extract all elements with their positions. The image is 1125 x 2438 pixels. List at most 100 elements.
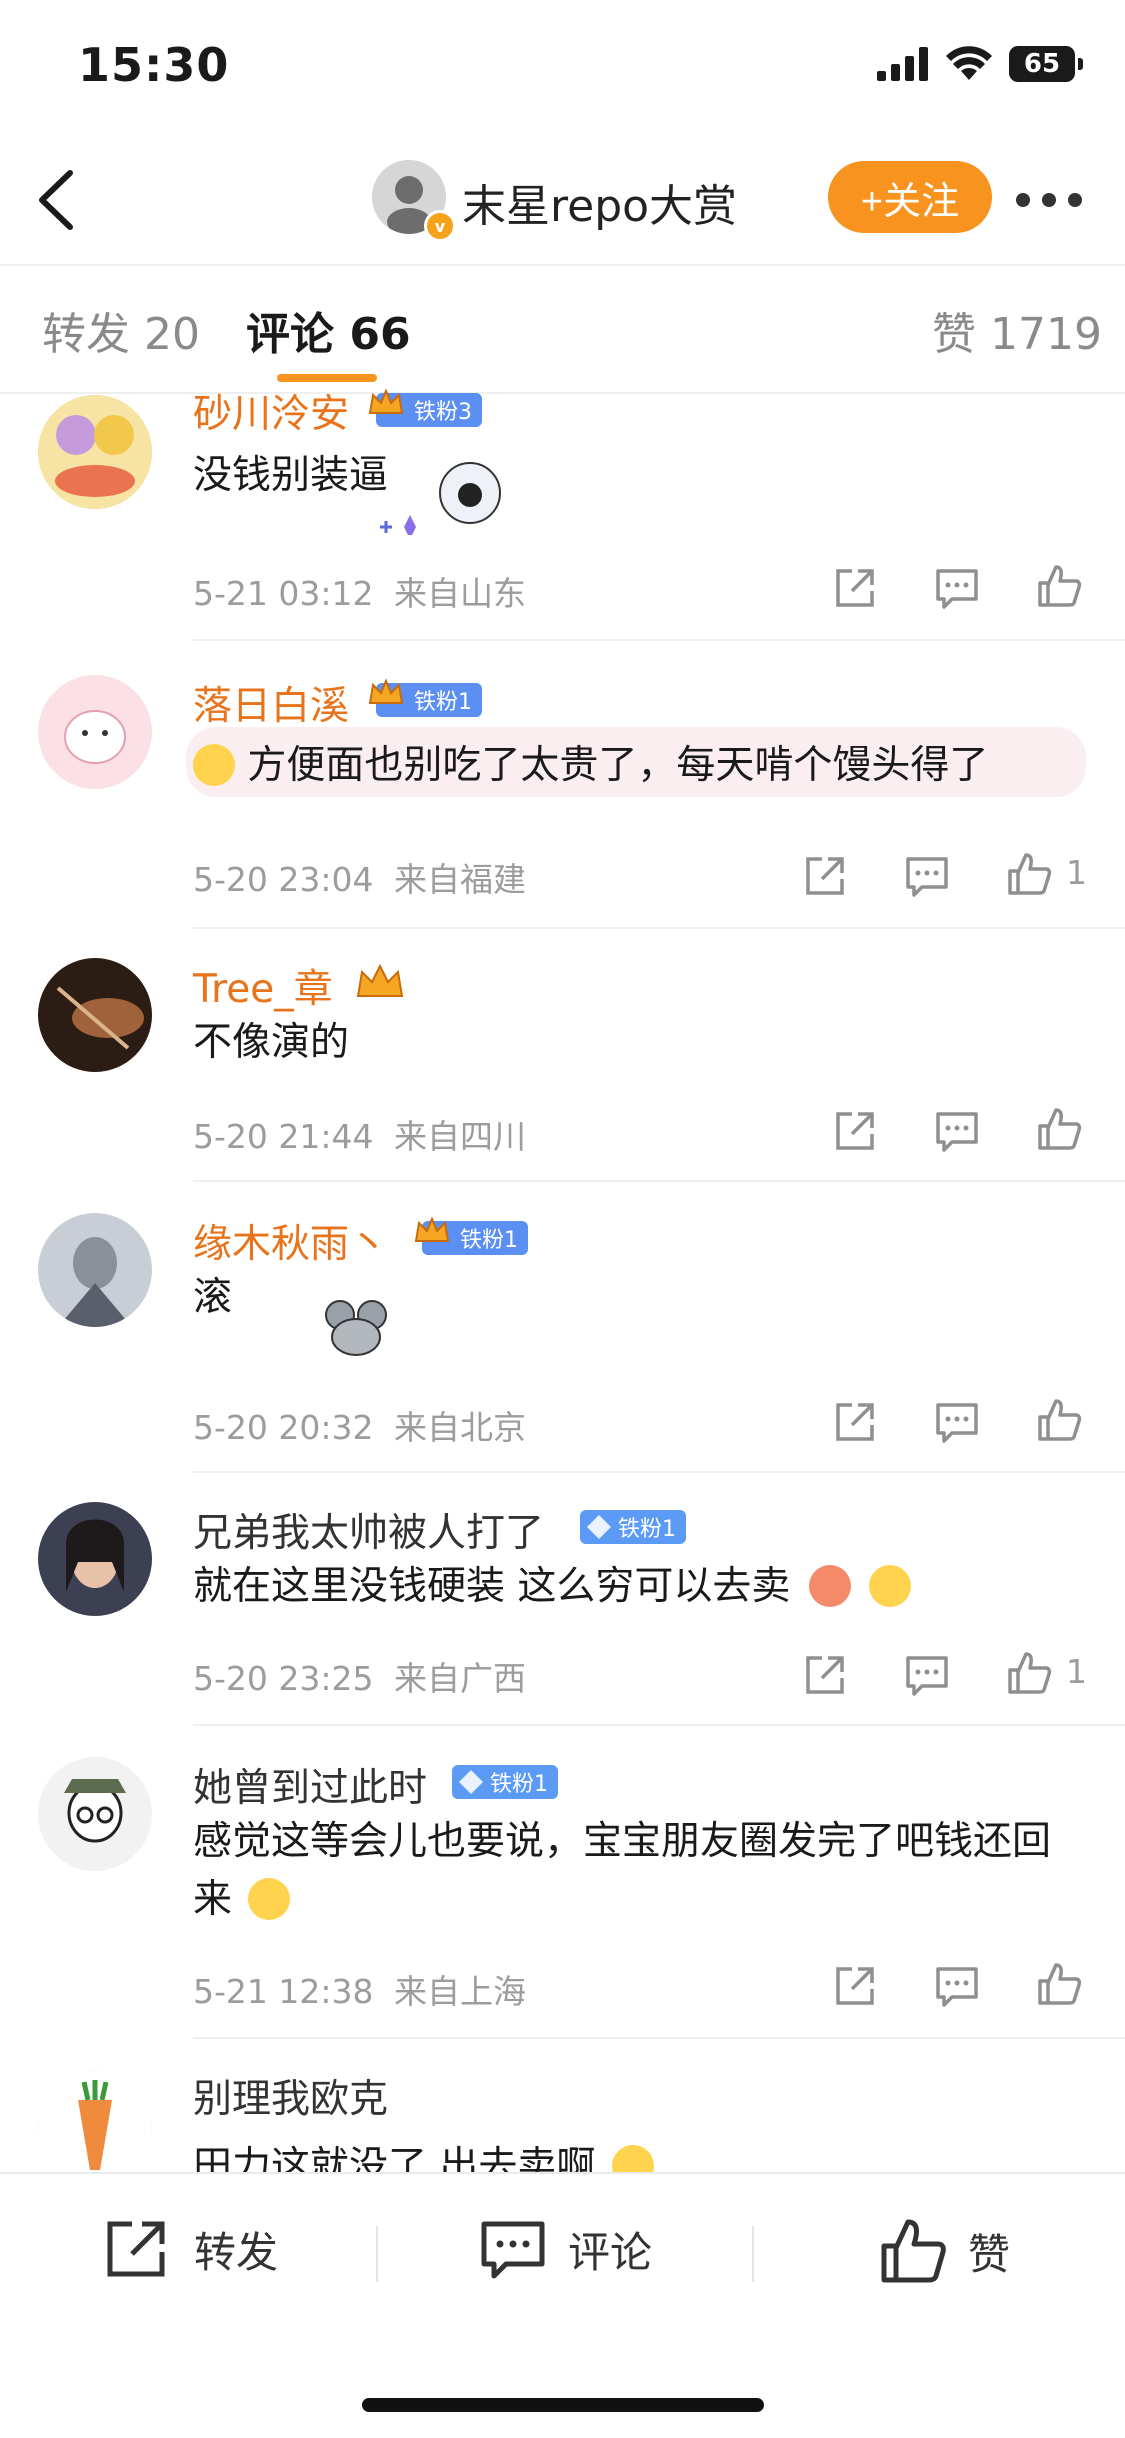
- avatar[interactable]: [38, 1502, 152, 1616]
- crown-icon: [356, 963, 404, 997]
- share-icon[interactable]: [832, 1963, 878, 2009]
- fan-badge: 铁粉3: [368, 388, 482, 427]
- fan-badge-label: 铁粉1: [460, 1228, 518, 1253]
- avatar[interactable]: [38, 395, 152, 509]
- tab-repost[interactable]: 转发 20: [42, 298, 200, 362]
- account-name[interactable]: 末星repo大赏: [462, 170, 737, 234]
- share-icon[interactable]: [802, 853, 848, 899]
- comment-divider: [193, 927, 1125, 929]
- comment-time: 5-20 23:25: [193, 1659, 374, 1698]
- comment-text: 田力这就没了 出去卖啊: [193, 2138, 1073, 2172]
- comment-time: 5-21 12:38: [193, 1972, 374, 2011]
- comment-text-content: 方便面也别吃了太贵了，每天啃个馒头得了: [247, 743, 989, 788]
- comment-location: 来自山东: [394, 574, 526, 613]
- mouse-sticker-icon: [325, 1300, 387, 1356]
- battery-indicator: 65: [1009, 46, 1083, 82]
- avatar[interactable]: [38, 1757, 152, 1871]
- share-icon[interactable]: [832, 565, 878, 611]
- more-icon[interactable]: [1016, 193, 1082, 207]
- share-icon[interactable]: [832, 1399, 878, 1445]
- like-icon[interactable]: [1036, 1106, 1082, 1152]
- comment-text-content: 感觉这等会儿也要说，宝宝朋友圈发完了吧钱还回来: [193, 1819, 1052, 1922]
- fan-badge: 铁粉1: [368, 678, 482, 717]
- comment-username[interactable]: Tree_章: [193, 958, 333, 1014]
- like-icon[interactable]: [1006, 1650, 1052, 1696]
- comment-icon[interactable]: [934, 1963, 980, 2009]
- tab-comments[interactable]: 评论 66: [246, 298, 411, 362]
- comment-time: 5-20 20:32: [193, 1408, 374, 1447]
- avatar[interactable]: [38, 675, 152, 789]
- smile-emoji-icon: [193, 744, 235, 786]
- follow-button[interactable]: +关注: [828, 161, 992, 233]
- fan-badge: 铁粉1: [452, 1765, 558, 1799]
- fan-badge: 铁粉1: [580, 1510, 686, 1544]
- home-indicator[interactable]: [362, 2398, 764, 2412]
- wifi-icon: [946, 46, 992, 80]
- tab-likes-label: 赞: [932, 309, 976, 360]
- sticker-icon: [380, 462, 501, 535]
- back-icon[interactable]: [30, 165, 90, 235]
- peach-emoji-icon: [808, 1565, 851, 1607]
- comment-location: 来自北京: [394, 1408, 526, 1447]
- comment-divider: [193, 1180, 1125, 1182]
- verified-badge-icon: v: [424, 210, 456, 242]
- comment-icon[interactable]: [904, 853, 950, 899]
- like-label: 赞: [968, 2229, 1011, 2279]
- comment-icon[interactable]: [934, 565, 980, 611]
- avatar[interactable]: [38, 1213, 152, 1327]
- status-icons: 65: [877, 46, 1083, 82]
- avatar[interactable]: [38, 958, 152, 1072]
- diamond-icon: [587, 1515, 611, 1539]
- share-icon[interactable]: [802, 1652, 848, 1698]
- comment-text: 感觉这等会儿也要说，宝宝朋友圈发完了吧钱还回来: [193, 1813, 1073, 1929]
- comment-username[interactable]: 砂川泠安: [193, 383, 349, 439]
- comment-username[interactable]: 落日白溪: [193, 675, 349, 731]
- fan-badge-label: 铁粉1: [414, 690, 472, 715]
- comment-meta: 5-20 21:44 来自四川: [193, 1110, 526, 1158]
- nav-divider: [0, 264, 1125, 266]
- like-icon[interactable]: [1036, 563, 1082, 609]
- comment-location: 来自福建: [394, 860, 526, 899]
- comment-location: 来自广西: [394, 1659, 526, 1698]
- comment-button[interactable]: 评论: [480, 2218, 652, 2280]
- comment-icon: [481, 2221, 545, 2279]
- smile-emoji-icon: [869, 1565, 912, 1607]
- comment-username[interactable]: 兄弟我太帅被人打了: [193, 1502, 544, 1558]
- tab-likes[interactable]: 赞 1719: [932, 298, 1102, 362]
- fan-badge: 铁粉1: [414, 1216, 528, 1255]
- repost-button[interactable]: 转发: [104, 2218, 278, 2280]
- tab-comments-label: 评论: [246, 309, 334, 360]
- comment-divider: [193, 639, 1125, 641]
- like-count: 1: [1066, 853, 1087, 892]
- comment-username[interactable]: 缘木秋雨丶: [193, 1213, 388, 1269]
- crown-icon: [368, 678, 404, 704]
- like-icon[interactable]: [1036, 1397, 1082, 1443]
- tab-repost-label: 转发: [42, 309, 130, 360]
- diamond-icon: [459, 1770, 483, 1794]
- comment-meta: 5-20 23:25 来自广西: [193, 1652, 526, 1700]
- comment-text: 方便面也别吃了太贵了，每天啃个馒头得了: [193, 737, 1093, 795]
- avatar[interactable]: [38, 2070, 152, 2172]
- smile-emoji-icon: [248, 1878, 291, 1920]
- comment-meta: 5-21 03:12 来自山东: [193, 567, 526, 615]
- tab-comments-count: 66: [349, 309, 411, 360]
- tabs-divider: [0, 392, 1125, 394]
- comment-icon[interactable]: [934, 1399, 980, 1445]
- comment-divider: [193, 1471, 1125, 1473]
- share-icon[interactable]: [832, 1108, 878, 1154]
- comment-text: 不像演的: [193, 1020, 350, 1065]
- like-icon[interactable]: [1006, 851, 1052, 897]
- fan-badge-label: 铁粉1: [618, 1517, 676, 1542]
- comment-text: 就在这里没钱硬装 这么穷可以去卖: [193, 1558, 1073, 1616]
- status-time: 15:30: [78, 38, 230, 92]
- comment-icon[interactable]: [904, 1652, 950, 1698]
- comment-text: 没钱别装逼: [193, 453, 389, 498]
- comment-username[interactable]: 她曾到过此时: [193, 1757, 427, 1813]
- comment-location: 来自四川: [394, 1117, 526, 1156]
- surprised-emoji-icon: [611, 2145, 654, 2172]
- like-icon[interactable]: [1036, 1961, 1082, 2007]
- comment-username[interactable]: 别理我欧克: [193, 2068, 388, 2124]
- like-button[interactable]: 赞: [880, 2218, 1010, 2284]
- comment-icon[interactable]: [934, 1108, 980, 1154]
- comment-meta: 5-21 12:38 来自上海: [193, 1965, 526, 2013]
